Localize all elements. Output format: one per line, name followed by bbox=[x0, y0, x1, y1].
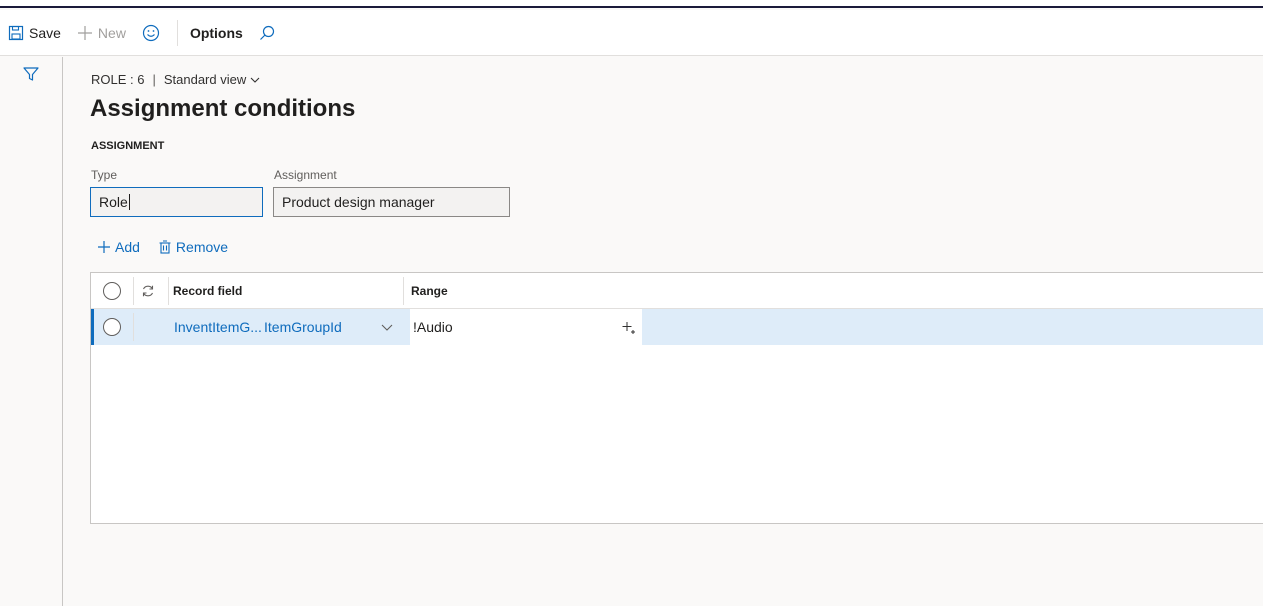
radio-circle bbox=[103, 318, 121, 336]
toolbar-divider bbox=[176, 19, 178, 46]
radio-circle bbox=[103, 282, 121, 300]
column-header-record-field[interactable]: Record field bbox=[173, 273, 242, 309]
remove-label: Remove bbox=[175, 239, 229, 255]
plus-icon bbox=[98, 241, 110, 253]
plus-icon bbox=[77, 25, 92, 40]
refresh-icon[interactable] bbox=[141, 273, 155, 309]
section-header: ASSIGNMENT bbox=[91, 140, 165, 152]
column-divider bbox=[133, 313, 134, 341]
save-label: Save bbox=[29, 24, 61, 41]
column-divider bbox=[133, 277, 134, 305]
record-table-link[interactable]: InventItemG... bbox=[174, 309, 262, 345]
view-selector-label: Standard view bbox=[163, 72, 247, 87]
breadcrumb-record: ROLE : 6 bbox=[91, 72, 145, 87]
trash-icon bbox=[159, 240, 171, 254]
top-accent-line bbox=[0, 0, 1263, 8]
chevron-down-icon bbox=[381, 324, 393, 331]
filter-icon[interactable] bbox=[23, 66, 39, 82]
options-button[interactable]: Options bbox=[182, 10, 251, 56]
type-label: Type bbox=[91, 168, 118, 182]
breadcrumb: ROLE : 6 | Standard view bbox=[91, 72, 260, 87]
text-cursor bbox=[128, 194, 130, 210]
search-icon bbox=[259, 25, 274, 40]
view-selector[interactable]: Standard view bbox=[164, 72, 260, 87]
cursor-crosshair-icon bbox=[622, 322, 635, 334]
new-button[interactable]: New bbox=[69, 10, 134, 56]
column-divider bbox=[403, 277, 404, 305]
add-button[interactable]: Add bbox=[97, 239, 140, 255]
refresh-icon-glyph bbox=[142, 285, 154, 297]
action-pane: Save New Options bbox=[0, 10, 1263, 56]
conditions-grid: Record field Range InventItemG... ItemGr… bbox=[90, 272, 1263, 524]
add-label: Add bbox=[115, 239, 140, 255]
save-icon bbox=[8, 25, 24, 40]
type-field[interactable]: Role bbox=[90, 187, 263, 217]
chevron-down-icon bbox=[250, 77, 260, 83]
field-dropdown[interactable] bbox=[381, 309, 393, 345]
page-title: Assignment conditions bbox=[90, 95, 356, 122]
assignment-field[interactable]: Product design manager bbox=[273, 187, 510, 217]
column-divider bbox=[168, 277, 169, 305]
breadcrumb-separator: | bbox=[152, 72, 156, 87]
grid-header: Record field Range bbox=[91, 273, 1263, 309]
feedback-button[interactable] bbox=[134, 10, 173, 56]
column-header-range[interactable]: Range bbox=[411, 273, 448, 309]
new-label: New bbox=[97, 24, 126, 41]
range-input[interactable]: !Audio bbox=[410, 309, 642, 345]
table-row[interactable]: InventItemG... ItemGroupId !Audio bbox=[91, 309, 1263, 345]
smiley-icon bbox=[142, 24, 160, 41]
grid-action-bar: Add Remove bbox=[97, 239, 246, 255]
select-all-radio[interactable] bbox=[103, 273, 121, 309]
record-field-value[interactable]: ItemGroupId bbox=[264, 309, 342, 345]
range-value: !Audio bbox=[413, 319, 453, 335]
row-select-radio[interactable] bbox=[103, 309, 121, 345]
options-label: Options bbox=[189, 24, 243, 41]
assignment-label: Assignment bbox=[274, 168, 337, 182]
search-button[interactable] bbox=[251, 10, 288, 56]
save-button[interactable]: Save bbox=[0, 10, 69, 56]
remove-button[interactable]: Remove bbox=[158, 239, 228, 255]
main-content: ROLE : 6 | Standard view Assignment cond… bbox=[63, 57, 1263, 606]
type-value: Role bbox=[99, 194, 128, 210]
filter-rail bbox=[0, 57, 63, 606]
